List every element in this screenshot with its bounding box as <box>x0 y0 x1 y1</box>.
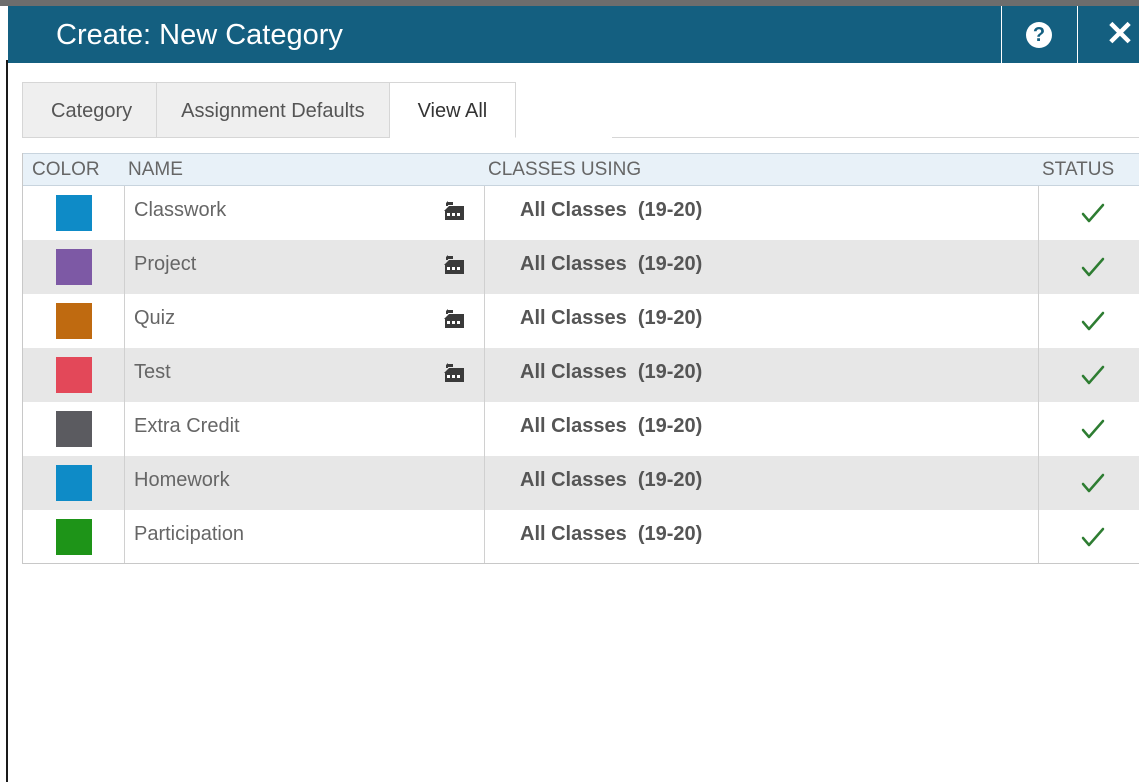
school-icon <box>444 309 464 328</box>
classes-using: All Classes (19-20) <box>520 361 703 383</box>
table-header: COLOR NAME CLASSES USING STATUS <box>23 153 1139 186</box>
school-icon <box>444 201 464 220</box>
column-header-color[interactable]: COLOR <box>32 154 100 185</box>
check-icon <box>1081 311 1105 331</box>
tab-underline <box>612 137 1139 138</box>
category-name[interactable]: Project <box>134 240 196 294</box>
column-divider <box>484 186 485 563</box>
titlebar-divider <box>1001 6 1002 63</box>
table-row[interactable]: Classwork All Classes (19-20) <box>23 186 1139 240</box>
check-icon <box>1081 527 1105 547</box>
category-name[interactable]: Classwork <box>134 186 226 240</box>
check-icon <box>1081 257 1105 277</box>
category-color-swatch <box>56 519 92 555</box>
dialog-titlebar: Create: New Category ? ✕ <box>8 6 1139 63</box>
column-header-name[interactable]: NAME <box>128 154 183 185</box>
classes-using: All Classes (19-20) <box>520 523 703 545</box>
column-header-classes-using[interactable]: CLASSES USING <box>488 154 641 185</box>
column-divider <box>124 186 125 563</box>
column-header-status[interactable]: STATUS <box>1042 154 1114 185</box>
tab-category[interactable]: Category <box>22 82 158 138</box>
help-icon[interactable]: ? <box>1026 22 1052 48</box>
category-color-swatch <box>56 195 92 231</box>
category-color-swatch <box>56 249 92 285</box>
category-color-swatch <box>56 465 92 501</box>
tab-assignment-defaults[interactable]: Assignment Defaults <box>157 82 390 138</box>
check-icon <box>1081 203 1105 223</box>
category-name[interactable]: Extra Credit <box>134 402 240 456</box>
classes-using: All Classes (19-20) <box>520 307 703 329</box>
table-row[interactable]: Quiz All Classes (19-20) <box>23 294 1139 348</box>
category-name[interactable]: Homework <box>134 456 230 510</box>
classes-using: All Classes (19-20) <box>520 199 703 221</box>
category-color-swatch <box>56 303 92 339</box>
school-icon <box>444 363 464 382</box>
dialog-left-border <box>6 60 8 782</box>
classes-using: All Classes (19-20) <box>520 469 703 491</box>
categories-table: COLOR NAME CLASSES USING STATUS Classwor… <box>22 153 1139 564</box>
tab-bar: Category Assignment Defaults View All <box>22 82 517 138</box>
table-row[interactable]: Test All Classes (19-20) <box>23 348 1139 402</box>
classes-using: All Classes (19-20) <box>520 253 703 275</box>
table-row[interactable]: Participation All Classes (19-20) <box>23 510 1139 563</box>
close-icon[interactable]: ✕ <box>1100 15 1139 55</box>
tab-view-all[interactable]: View All <box>389 82 517 138</box>
check-icon <box>1081 419 1105 439</box>
table-row[interactable]: Project All Classes (19-20) <box>23 240 1139 294</box>
table-row[interactable]: Homework All Classes (19-20) <box>23 456 1139 510</box>
category-color-swatch <box>56 357 92 393</box>
category-name[interactable]: Quiz <box>134 294 175 348</box>
column-divider <box>1038 186 1039 563</box>
category-name[interactable]: Participation <box>134 510 244 563</box>
school-icon <box>444 255 464 274</box>
check-icon <box>1081 365 1105 385</box>
category-name[interactable]: Test <box>134 348 171 402</box>
check-icon <box>1081 473 1105 493</box>
dialog-title: Create: New Category <box>56 19 343 51</box>
category-color-swatch <box>56 411 92 447</box>
classes-using: All Classes (19-20) <box>520 415 703 437</box>
titlebar-divider <box>1077 6 1078 63</box>
table-row[interactable]: Extra Credit All Classes (19-20) <box>23 402 1139 456</box>
